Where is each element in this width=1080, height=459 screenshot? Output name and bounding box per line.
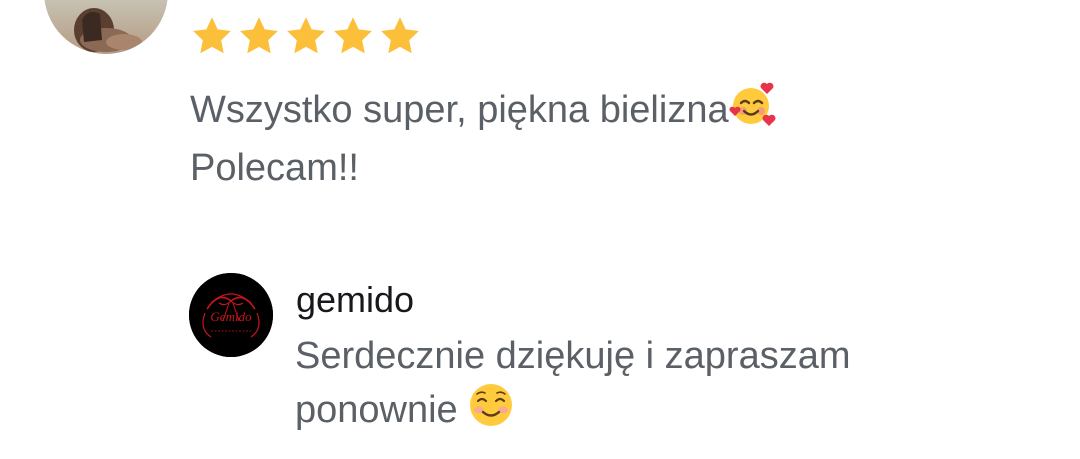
- reply-text-line-2-content: ponownie: [295, 389, 469, 431]
- seller-reply-text: Serdecznie dziękuję i zapraszam ponownie: [295, 330, 1055, 442]
- smiling-face-with-hearts-icon: [729, 80, 777, 142]
- review-card: Wszystko super, piękna bielizna Polecam!…: [0, 0, 1080, 459]
- seller-avatar[interactable]: Gemido: [189, 273, 273, 357]
- reply-text-line-2: ponownie: [295, 382, 1055, 442]
- reviewer-avatar[interactable]: [44, 0, 168, 54]
- star-icon: [240, 17, 278, 54]
- smiling-face-icon: [468, 382, 514, 442]
- seller-name[interactable]: gemido: [296, 278, 414, 322]
- star-icon: [334, 17, 372, 54]
- gemido-logo-icon: Gemido: [189, 273, 273, 357]
- star-icon: [287, 17, 325, 54]
- review-text: Wszystko super, piękna bielizna Polecam!…: [190, 80, 1010, 194]
- logo-text: Gemido: [210, 309, 252, 324]
- review-text-line-1: Wszystko super, piękna bielizna: [190, 80, 1010, 142]
- reply-text-line-1: Serdecznie dziękuję i zapraszam: [295, 335, 851, 377]
- star-icon: [381, 17, 419, 54]
- review-text-line-1-content: Wszystko super, piękna bielizna: [190, 89, 729, 131]
- star-icon: [193, 17, 231, 54]
- review-text-line-2: Polecam!!: [190, 147, 359, 189]
- rating-stars: [189, 14, 423, 58]
